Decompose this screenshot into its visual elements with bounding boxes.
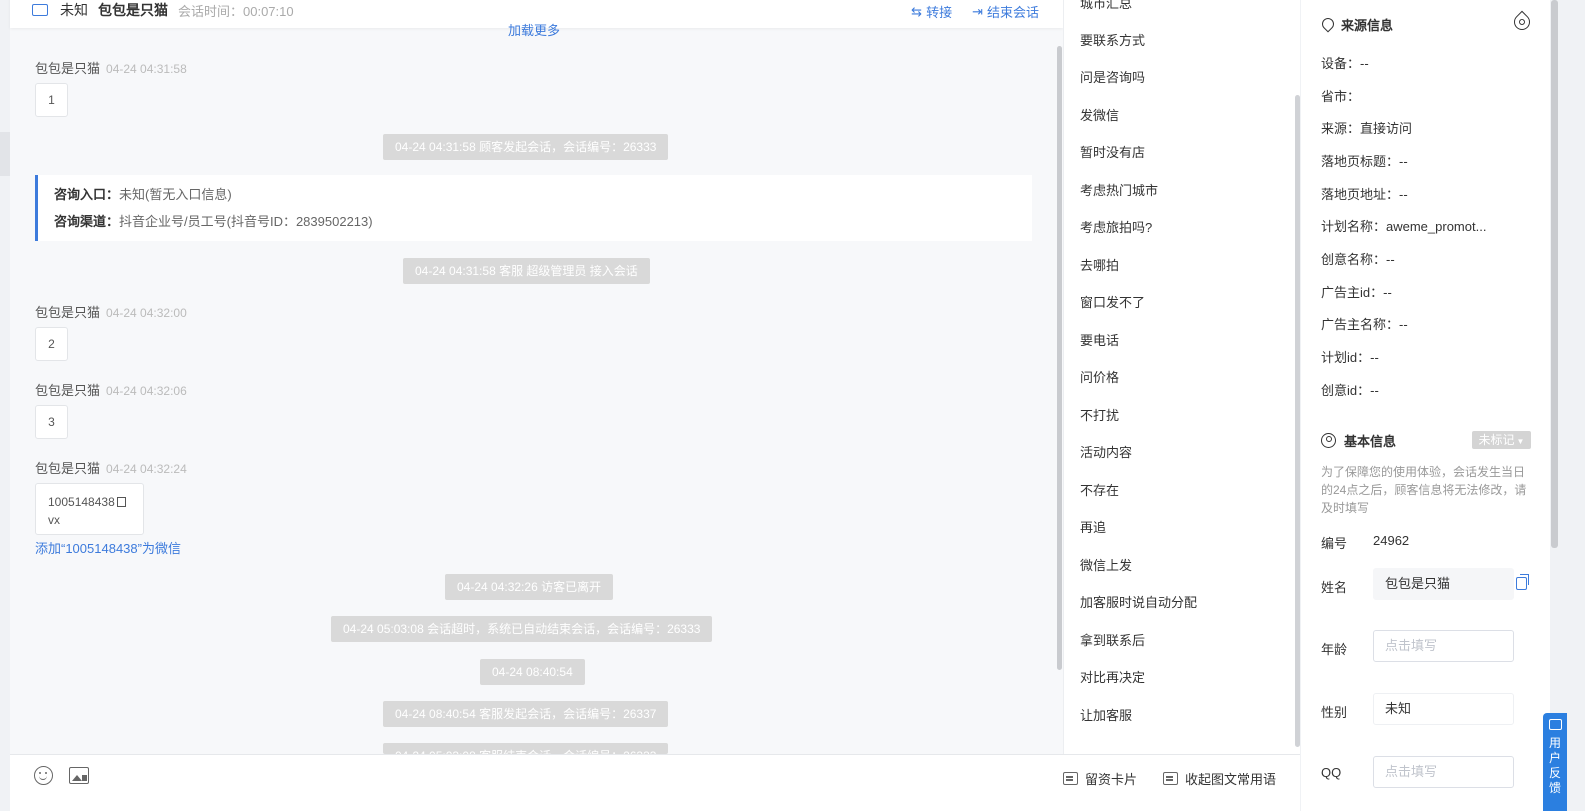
qq-field[interactable]: 点击填写 bbox=[1373, 756, 1514, 788]
message-icon bbox=[1163, 772, 1178, 785]
consult-channel-value: 抖音企业号/员工号(抖音号ID：2839502213) bbox=[119, 214, 373, 229]
monitor-icon bbox=[32, 4, 48, 16]
source-field: 广告主id：-- bbox=[1321, 285, 1392, 300]
source-field: 省市： bbox=[1321, 89, 1361, 104]
transfer-button[interactable]: ⇆ 转接 bbox=[911, 2, 952, 21]
phrase-item[interactable]: 加客服时说自动分配 bbox=[1080, 592, 1197, 611]
phrase-item[interactable]: 对比再决定 bbox=[1080, 667, 1145, 686]
message-meta: 包包是只猫 04-24 04:32:24 bbox=[35, 461, 187, 476]
phrase-item[interactable]: 要联系方式 bbox=[1080, 30, 1145, 49]
age-field[interactable]: 点击填写 bbox=[1373, 630, 1514, 662]
quick-phrase-panel: 城市汇总 要联系方式 问是咨询吗 发微信 暂时没有店 考虑热门城市 考虑旅拍吗?… bbox=[1063, 0, 1300, 754]
message-bubble: 3 bbox=[35, 405, 68, 439]
phrase-item[interactable]: 城市汇总 bbox=[1080, 0, 1132, 12]
copy-icon[interactable] bbox=[116, 497, 126, 507]
copy-icon[interactable] bbox=[1516, 574, 1529, 590]
chat-scrollbar[interactable] bbox=[1057, 46, 1062, 670]
name-field[interactable]: 包包是只猫 bbox=[1373, 568, 1514, 600]
system-message: 04-24 04:31:58 客服 超级管理员 接入会话 bbox=[403, 258, 650, 284]
load-more-link[interactable]: 加载更多 bbox=[508, 20, 560, 39]
phrase-item[interactable]: 发微信 bbox=[1080, 105, 1119, 124]
phrase-item[interactable]: 考虑旅拍吗? bbox=[1080, 217, 1152, 236]
system-message: 04-24 05:03:08 会话超时，系统已自动结束会话，会话编号：26333 bbox=[331, 616, 713, 642]
system-message: 04-24 05:03:08 客服结束会话，会话编号：26333 bbox=[383, 743, 669, 754]
caret-down-icon: ▼ bbox=[1516, 437, 1525, 446]
info-scrollbar[interactable] bbox=[1551, 0, 1558, 548]
message-bubble: 1005148438 vx bbox=[35, 483, 144, 535]
location-icon bbox=[1321, 18, 1333, 32]
message-meta: 包包是只猫 04-24 04:31:58 bbox=[35, 61, 187, 76]
exit-icon: ⇥ bbox=[972, 3, 983, 19]
source-field: 来源：直接访问 bbox=[1321, 121, 1413, 136]
emoji-icon[interactable] bbox=[34, 766, 53, 785]
message-meta: 包包是只猫 04-24 04:32:00 bbox=[35, 305, 187, 320]
qq-label: QQ bbox=[1321, 765, 1342, 780]
source-field: 落地页标题：-- bbox=[1321, 154, 1408, 169]
system-message: 04-24 04:32:26 访客已离开 bbox=[445, 574, 614, 600]
session-duration: 会话时间：00:07:10 bbox=[178, 3, 294, 19]
name-label: 姓名 bbox=[1321, 580, 1348, 595]
source-field: 创意名称：-- bbox=[1321, 252, 1395, 267]
customer-status: 未知 bbox=[60, 2, 88, 18]
customer-name: 包包是只猫 bbox=[98, 2, 168, 18]
user-icon bbox=[1321, 433, 1336, 448]
source-field: 设备：-- bbox=[1321, 56, 1369, 71]
card-icon bbox=[1063, 772, 1078, 785]
phrase-item[interactable]: 窗口发不了 bbox=[1080, 292, 1145, 311]
consult-channel-label: 咨询渠道： bbox=[54, 214, 120, 229]
id-label: 编号 bbox=[1321, 536, 1348, 551]
consult-info-card: 咨询入口：未知(暂无入口信息) 咨询渠道：抖音企业号/员工号(抖音号ID：283… bbox=[35, 175, 1032, 241]
feedback-icon bbox=[1548, 719, 1562, 730]
consult-entry-value: 未知(暂无入口信息) bbox=[119, 187, 232, 202]
collapse-phrases-button[interactable]: 收起图文常用语 bbox=[1163, 769, 1276, 788]
source-field: 广告主名称：-- bbox=[1321, 317, 1408, 332]
gender-select[interactable]: 未知 bbox=[1373, 693, 1514, 725]
source-field: 计划id：-- bbox=[1321, 350, 1379, 365]
phrase-item[interactable]: 让加客服 bbox=[1080, 705, 1132, 724]
phrase-item[interactable]: 问价格 bbox=[1080, 367, 1119, 386]
age-label: 年龄 bbox=[1321, 642, 1348, 657]
left-gutter bbox=[0, 0, 10, 811]
image-icon[interactable] bbox=[69, 767, 89, 784]
phrase-item[interactable]: 拿到联系后 bbox=[1080, 630, 1145, 649]
message-meta: 包包是只猫 04-24 04:32:06 bbox=[35, 383, 187, 398]
message-text: vx bbox=[48, 513, 60, 527]
phrase-item[interactable]: 去哪拍 bbox=[1080, 255, 1119, 274]
message-bubble: 2 bbox=[35, 327, 68, 361]
phrase-item[interactable]: 要电话 bbox=[1080, 330, 1119, 349]
add-wechat-link[interactable]: 添加“1005148438”为微信 bbox=[35, 538, 181, 557]
composer-toolbar: 留资卡片 收起图文常用语 bbox=[10, 754, 1300, 811]
basic-info-title: 基本信息 bbox=[1321, 431, 1396, 450]
system-message: 04-24 08:40:54 客服发起会话，会话编号：26337 bbox=[383, 701, 669, 727]
phrase-item[interactable]: 问是咨询吗 bbox=[1080, 67, 1145, 86]
gender-label: 性别 bbox=[1321, 705, 1348, 720]
edit-notice: 为了保障您的使用体验，会话发生当日的24点之后，顾客信息将无法修改，请及时填写 bbox=[1321, 465, 1527, 515]
phrase-item[interactable]: 不存在 bbox=[1080, 480, 1119, 499]
message-text: 1005148438 bbox=[48, 495, 115, 509]
system-message: 04-24 08:40:54 bbox=[480, 659, 585, 685]
phrase-item[interactable]: 暂时没有店 bbox=[1080, 142, 1145, 161]
source-field: 计划名称：aweme_promot... bbox=[1321, 219, 1487, 234]
source-field: 落地页地址：-- bbox=[1321, 187, 1408, 202]
transfer-icon: ⇆ bbox=[911, 3, 923, 19]
id-value: 24962 bbox=[1373, 533, 1410, 548]
phrase-item[interactable]: 活动内容 bbox=[1080, 442, 1132, 461]
phrase-item[interactable]: 不打扰 bbox=[1080, 405, 1119, 424]
chat-panel: 未知 包包是只猫 会话时间：00:07:10 ⇆ 转接 ⇥ 结束会话 加载更多 包包… bbox=[10, 0, 1063, 811]
lead-card-button[interactable]: 留资卡片 bbox=[1063, 769, 1137, 788]
end-session-button[interactable]: ⇥ 结束会话 bbox=[972, 2, 1039, 21]
system-message: 04-24 04:31:58 顾客发起会话，会话编号：26333 bbox=[383, 134, 669, 160]
consult-entry-label: 咨询入口： bbox=[54, 187, 120, 202]
message-bubble: 1 bbox=[35, 83, 68, 117]
source-info-title: 来源信息 bbox=[1321, 15, 1393, 34]
phrase-item[interactable]: 考虑热门城市 bbox=[1080, 180, 1158, 199]
source-field: 创意id：-- bbox=[1321, 383, 1379, 398]
feedback-button[interactable]: 用户反馈 bbox=[1543, 713, 1567, 811]
tag-dropdown[interactable]: 未标记 ▼ bbox=[1472, 431, 1531, 449]
left-gutter-mark bbox=[0, 132, 10, 176]
phrase-item[interactable]: 再追 bbox=[1080, 517, 1106, 536]
phrase-item[interactable]: 微信上发 bbox=[1080, 555, 1132, 574]
